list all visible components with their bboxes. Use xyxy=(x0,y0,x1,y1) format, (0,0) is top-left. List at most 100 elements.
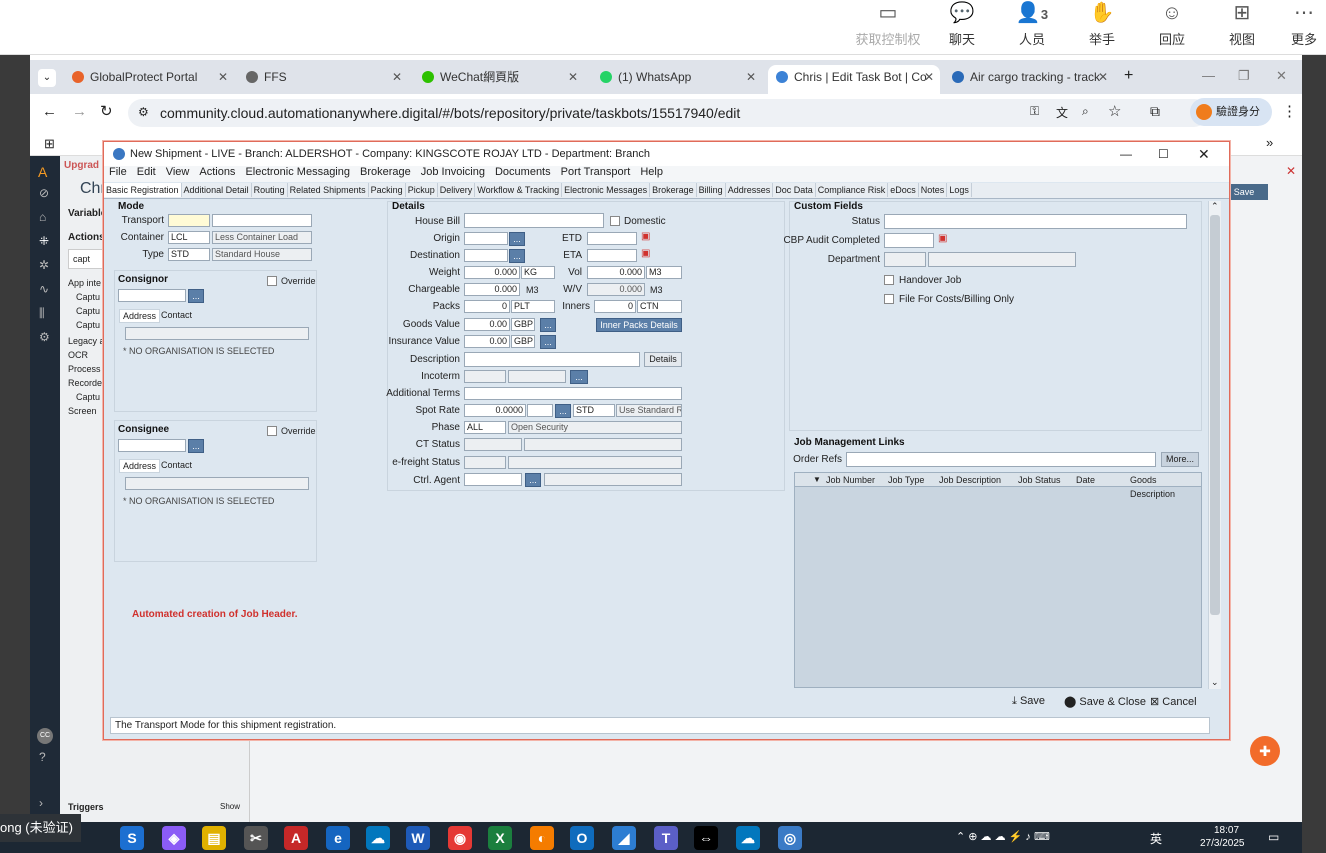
chrome-icon[interactable]: ◉ xyxy=(448,826,472,850)
start-icon[interactable]: S xyxy=(120,826,144,850)
tab-compliance-risk[interactable]: Compliance Risk xyxy=(816,183,889,197)
react-button[interactable]: ☺ 回应 xyxy=(1142,0,1202,48)
consignor-address-select[interactable] xyxy=(125,327,309,340)
take-control-button[interactable]: ▭ 获取控制权 xyxy=(852,0,924,48)
domestic-checkbox[interactable] xyxy=(610,216,620,226)
action-group-screen[interactable]: Screen xyxy=(68,406,97,416)
consignee-lookup-button[interactable]: ... xyxy=(188,439,204,453)
eta-field[interactable] xyxy=(587,249,637,262)
url-input[interactable]: ⚙ community.cloud.automationanywhere.digi… xyxy=(128,99,1208,127)
star-icon[interactable]: ☆ xyxy=(1108,102,1121,120)
people-button[interactable]: 👤3 人员 xyxy=(1002,0,1062,48)
acrobat-icon[interactable]: A xyxy=(284,826,308,850)
origin-lookup-button[interactable]: ... xyxy=(509,232,525,246)
inner-packs-details-button[interactable]: Inner Packs Details xyxy=(596,318,682,332)
calendar-icon[interactable]: ▣ xyxy=(641,248,650,259)
zoom-icon[interactable]: ⌕ xyxy=(1082,104,1089,119)
type-code-field[interactable]: STD xyxy=(168,248,210,261)
excel-icon[interactable]: X xyxy=(488,826,512,850)
handover-job-checkbox[interactable] xyxy=(884,275,894,285)
menu-documents[interactable]: Documents xyxy=(495,166,551,178)
home-icon[interactable]: ⌂ xyxy=(39,210,46,224)
consignor-lookup-button[interactable]: ... xyxy=(188,289,204,303)
more-bookmarks-icon[interactable]: » xyxy=(1266,135,1273,150)
costs-billing-checkbox[interactable] xyxy=(884,294,894,304)
calendar-icon[interactable]: ▣ xyxy=(641,231,650,242)
consignee-code-field[interactable] xyxy=(118,439,186,452)
raise-hand-button[interactable]: ✋ 举手 xyxy=(1072,0,1132,48)
incoterm-lookup-button[interactable]: ... xyxy=(570,370,588,384)
tab-notes[interactable]: Notes xyxy=(919,183,948,197)
action-capture[interactable]: Captu xyxy=(76,320,100,330)
onedrive-icon[interactable]: ☁ xyxy=(736,826,760,850)
vol-unit-select[interactable]: M3 xyxy=(646,266,682,279)
goods-currency-lookup-button[interactable]: ... xyxy=(540,318,556,332)
menu-brokerage[interactable]: Brokerage xyxy=(360,166,411,178)
teamviewer-icon[interactable]: ⇔ xyxy=(694,826,718,850)
save-close-button[interactable]: ⬤ Save & Close xyxy=(1064,695,1146,708)
close-window-icon[interactable]: ✕ xyxy=(1276,68,1287,84)
minimize-icon[interactable]: — xyxy=(1202,68,1215,83)
destination-field[interactable] xyxy=(464,249,508,262)
reload-icon[interactable]: ↻ xyxy=(100,102,113,120)
scroll-up-icon[interactable]: ⌃ xyxy=(1211,201,1219,212)
tab-packing[interactable]: Packing xyxy=(369,183,406,197)
column-job-description[interactable]: Job Description xyxy=(939,473,1001,487)
action-capture[interactable]: Captu xyxy=(76,306,100,316)
input-language[interactable]: 英 xyxy=(1150,830,1162,847)
consignor-tab-contact[interactable]: Contact xyxy=(161,310,192,320)
menu-edit[interactable]: Edit xyxy=(137,166,156,178)
extensions-icon[interactable]: ⧉ xyxy=(1150,103,1160,120)
cancel-button[interactable]: ⊠ Cancel xyxy=(1150,695,1197,708)
etd-field[interactable] xyxy=(587,232,637,245)
manage-icon[interactable]: ⫼ xyxy=(39,306,45,321)
tab-addresses[interactable]: Addresses xyxy=(726,183,774,197)
action-group-recorder[interactable]: Recorde xyxy=(68,378,102,388)
menu-port-transport[interactable]: Port Transport xyxy=(561,166,631,178)
new-tab-button[interactable]: + xyxy=(1124,67,1133,85)
close-icon[interactable]: ✕ xyxy=(924,65,934,89)
view-button[interactable]: ⊞ 视图 xyxy=(1212,0,1272,48)
tab-basic-registration[interactable]: Basic Registration xyxy=(104,183,182,197)
scroll-thumb[interactable] xyxy=(1210,215,1220,615)
bots-icon[interactable]: ✲ xyxy=(39,258,49,272)
additional-terms-field[interactable] xyxy=(464,387,682,400)
minimize-icon[interactable]: — xyxy=(1120,142,1132,166)
close-icon[interactable]: ✕ xyxy=(568,65,578,89)
onedrive-icon[interactable]: ☁ xyxy=(366,826,390,850)
chat-button[interactable]: 💬 聊天 xyxy=(932,0,992,48)
meeting-app-icon[interactable]: ◎ xyxy=(778,826,802,850)
tab-search-icon[interactable]: ⌄ xyxy=(38,69,56,87)
tab-delivery[interactable]: Delivery xyxy=(438,183,476,197)
key-icon[interactable]: ⚿ xyxy=(1030,104,1039,119)
packs-field[interactable]: 0 xyxy=(464,300,510,313)
tab-doc-data[interactable]: Doc Data xyxy=(773,183,816,197)
efreight-status-select[interactable] xyxy=(464,456,506,469)
column-date[interactable]: Date xyxy=(1076,473,1095,487)
phase-select[interactable]: ALL xyxy=(464,421,506,434)
spot-rate-field[interactable]: 0.0000 xyxy=(464,404,526,417)
teams-icon[interactable]: T xyxy=(654,826,678,850)
dialog-scrollbar[interactable]: ⌃ ⌄ xyxy=(1208,201,1221,689)
ctrl-agent-field[interactable] xyxy=(464,473,522,486)
spot-rate-lookup-button[interactable]: ... xyxy=(555,404,571,418)
clock-date[interactable]: 27/3/2025 xyxy=(1200,838,1245,849)
consignor-tab-address[interactable]: Address xyxy=(119,309,161,323)
tab-ffs[interactable]: FFS ✕ xyxy=(238,65,408,94)
goods-value-field[interactable]: 0.00 xyxy=(464,318,510,331)
status-field[interactable] xyxy=(884,214,1187,229)
outlook-icon[interactable]: O xyxy=(570,826,594,850)
spot-rate-currency-field[interactable] xyxy=(527,404,553,417)
close-icon[interactable]: ✕ xyxy=(218,65,228,89)
back-icon[interactable]: ← xyxy=(42,103,57,120)
consignee-tab-address[interactable]: Address xyxy=(119,459,161,473)
tab-whatsapp[interactable]: (1) WhatsApp ✕ xyxy=(592,65,762,94)
menu-electronic-messaging[interactable]: Electronic Messaging xyxy=(245,166,350,178)
inners-unit-select[interactable]: CTN xyxy=(637,300,682,313)
insurance-value-field[interactable]: 0.00 xyxy=(464,335,510,348)
tab-actions[interactable]: Actions xyxy=(68,232,105,243)
action-capture[interactable]: Captu xyxy=(76,392,100,402)
restore-icon[interactable]: ❐ xyxy=(1238,68,1250,84)
consignor-override-checkbox[interactable] xyxy=(267,276,277,286)
copilot-icon[interactable]: ◈ xyxy=(162,826,186,850)
